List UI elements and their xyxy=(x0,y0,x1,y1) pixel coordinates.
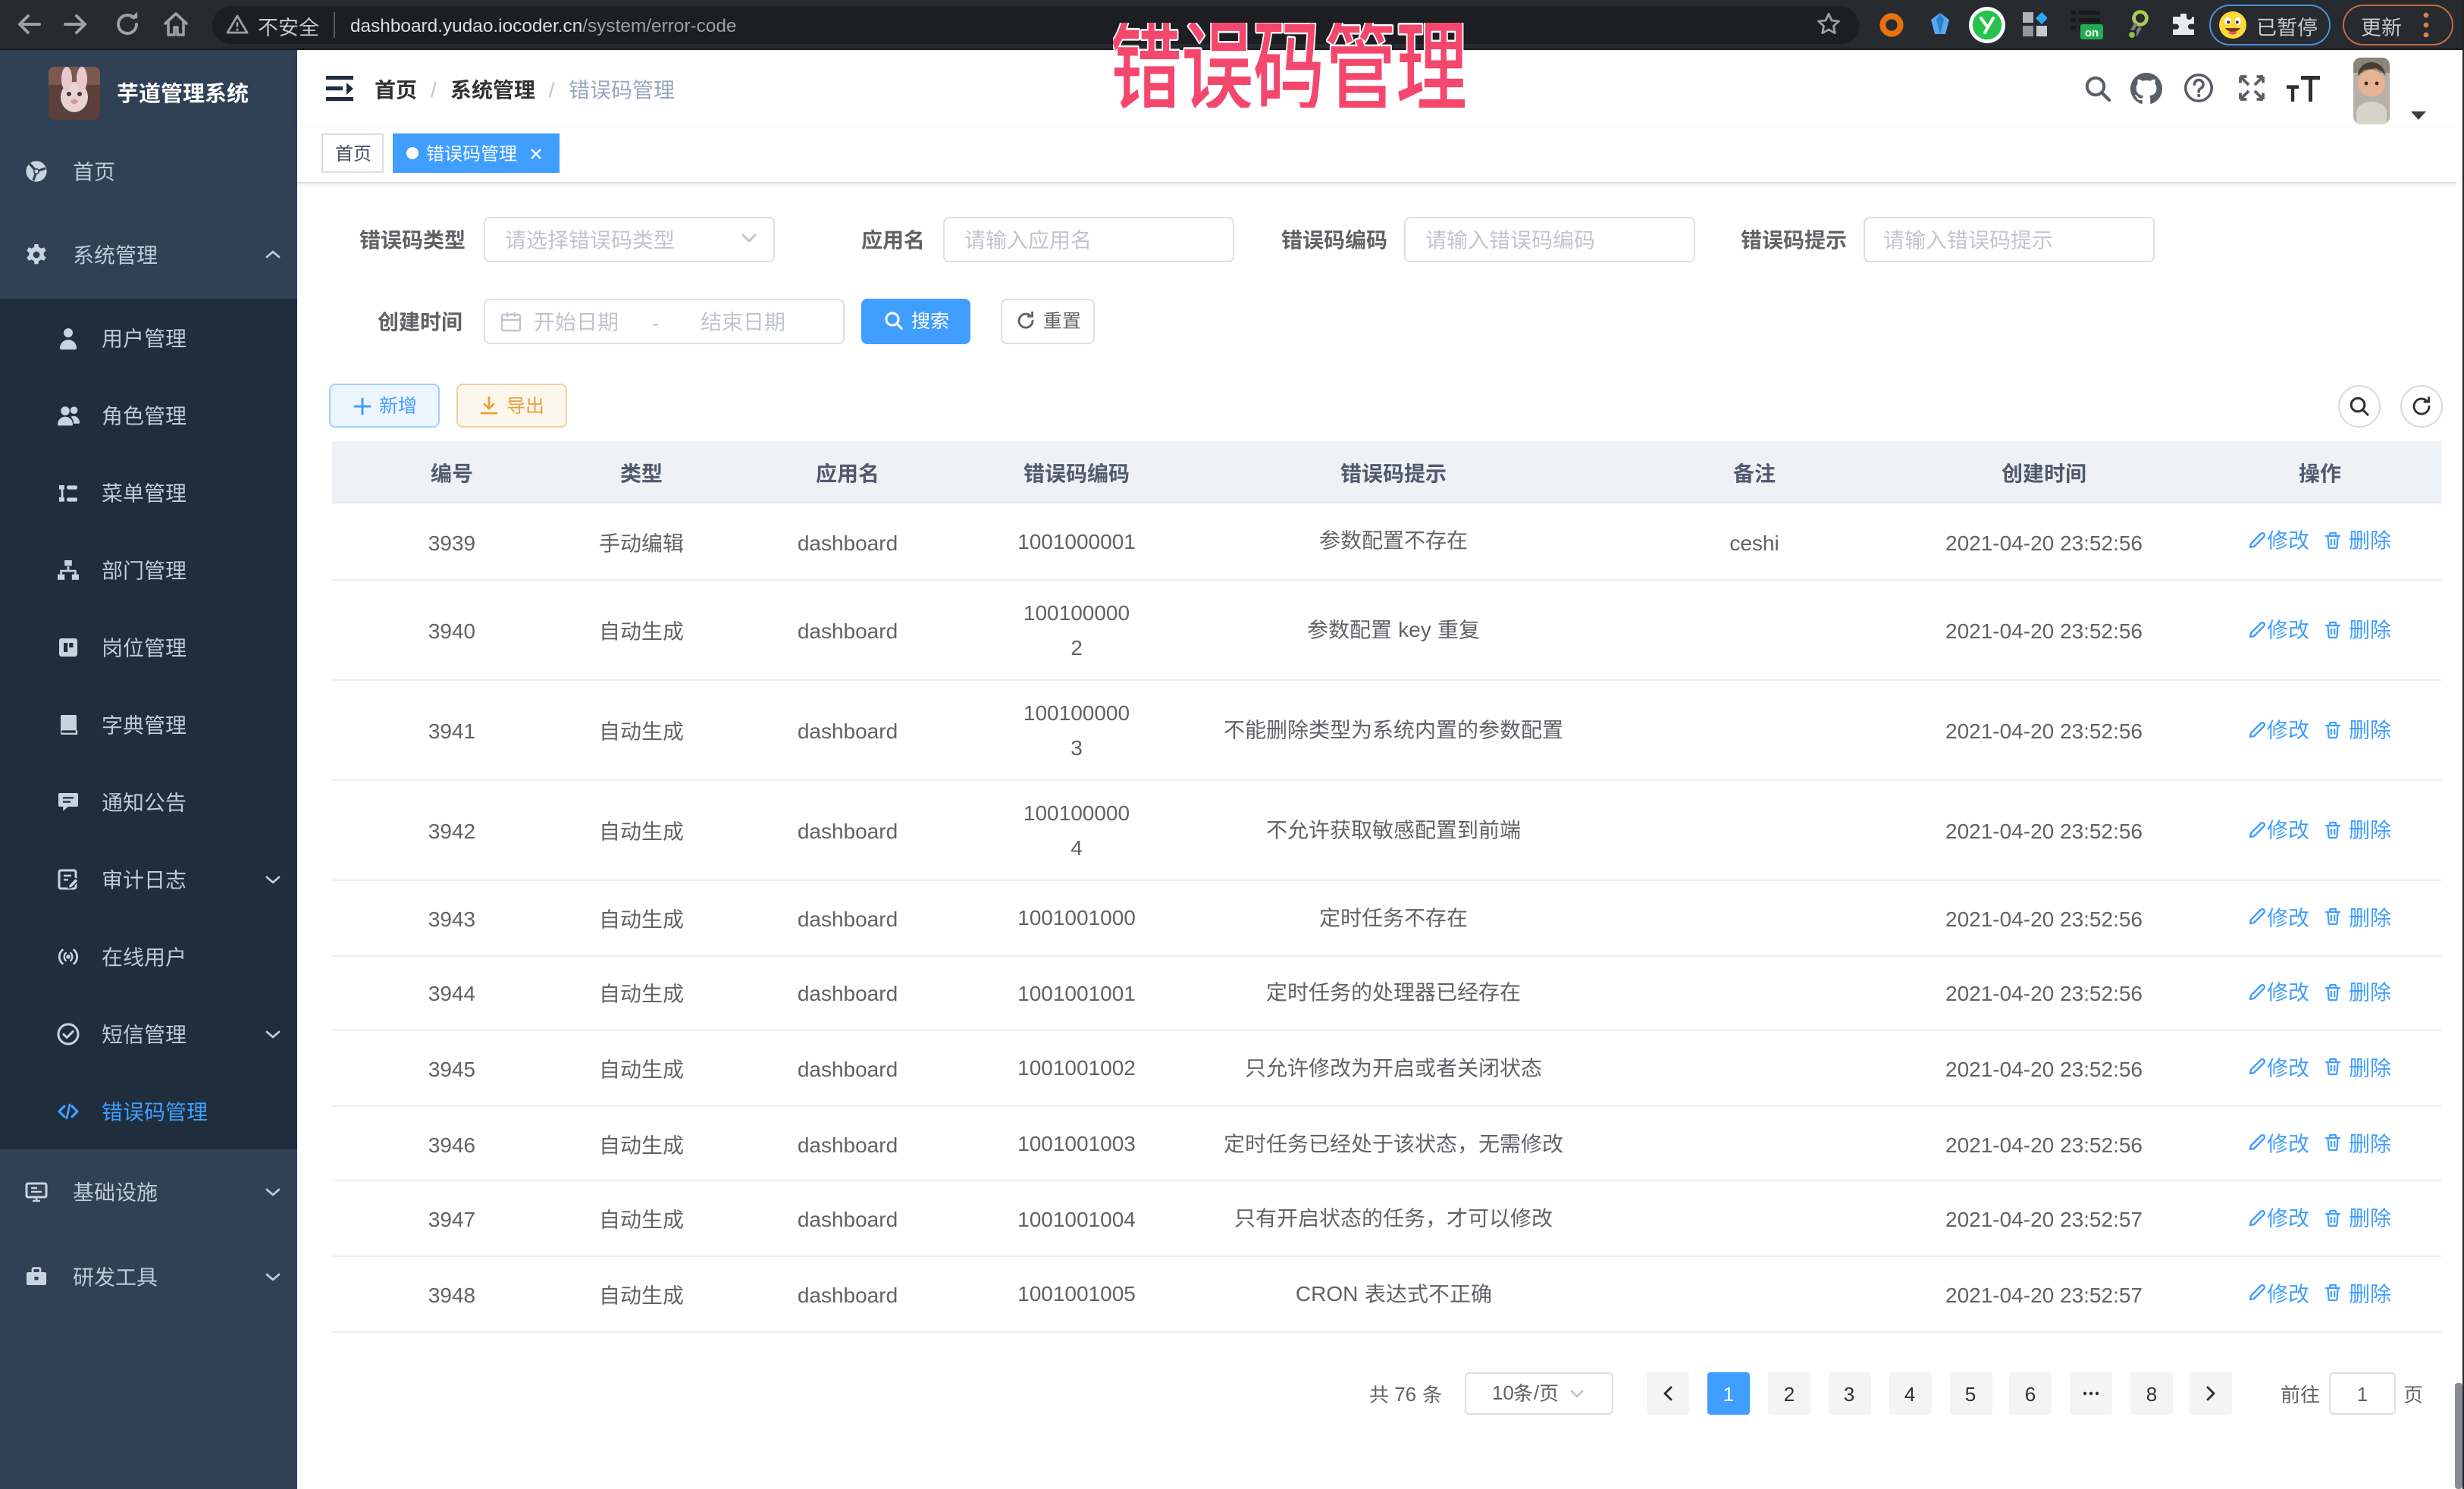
svg-text:on: on xyxy=(2085,27,2099,39)
